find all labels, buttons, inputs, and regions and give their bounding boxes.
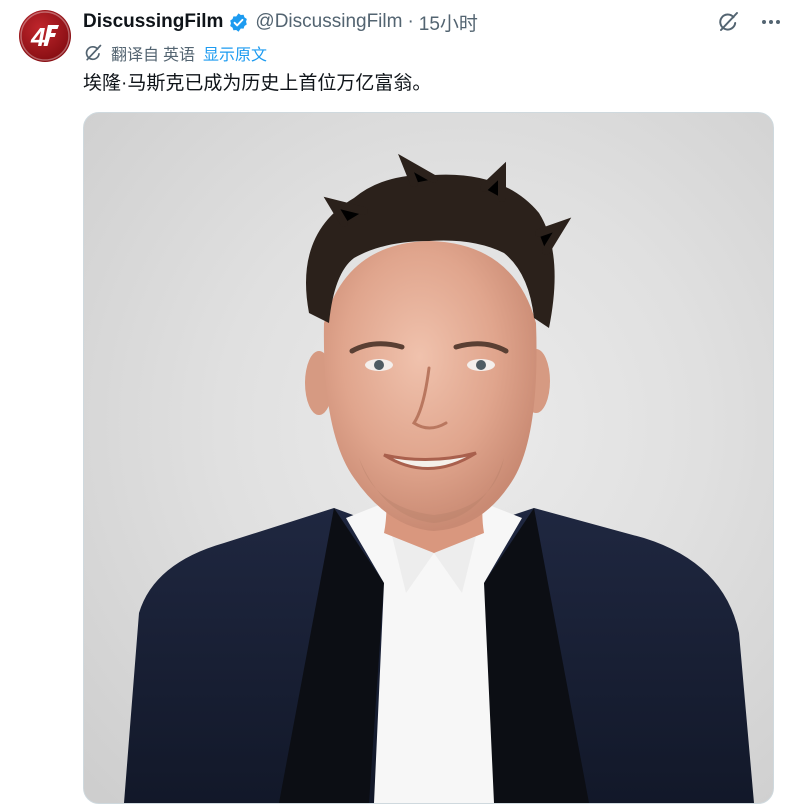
discussingfilm-logo-icon: 4 [20, 11, 70, 61]
svg-text:4: 4 [30, 22, 46, 52]
author-display-name[interactable]: DiscussingFilm [83, 11, 223, 33]
avatar[interactable]: 4 [19, 10, 71, 62]
grok-icon[interactable] [716, 10, 740, 34]
tweet-card: 4 DiscussingFilm @DiscussingFilm · 15小时 [0, 0, 802, 804]
author-handle[interactable]: @DiscussingFilm [255, 11, 402, 33]
translation-language: 英语 [163, 47, 196, 64]
tweet-header: DiscussingFilm @DiscussingFilm · 15小时 [83, 8, 782, 36]
portrait-photo [124, 153, 754, 803]
separator-dot: · [407, 11, 414, 32]
show-original-link[interactable]: 显示原文 [203, 41, 267, 65]
translation-prefix: 翻译自 [111, 47, 160, 64]
header-actions [716, 8, 782, 36]
translate-icon [83, 43, 103, 63]
translation-notice: 翻译自 英语 显示原文 [83, 40, 267, 66]
tweet-media-photo[interactable] [83, 112, 774, 804]
tweet-text: 埃隆·马斯克已成为历史上首位万亿富翁。 [83, 73, 432, 94]
tweet-time[interactable]: 15小时 [419, 9, 478, 36]
more-icon[interactable] [760, 11, 782, 33]
verified-badge-icon [228, 12, 249, 33]
